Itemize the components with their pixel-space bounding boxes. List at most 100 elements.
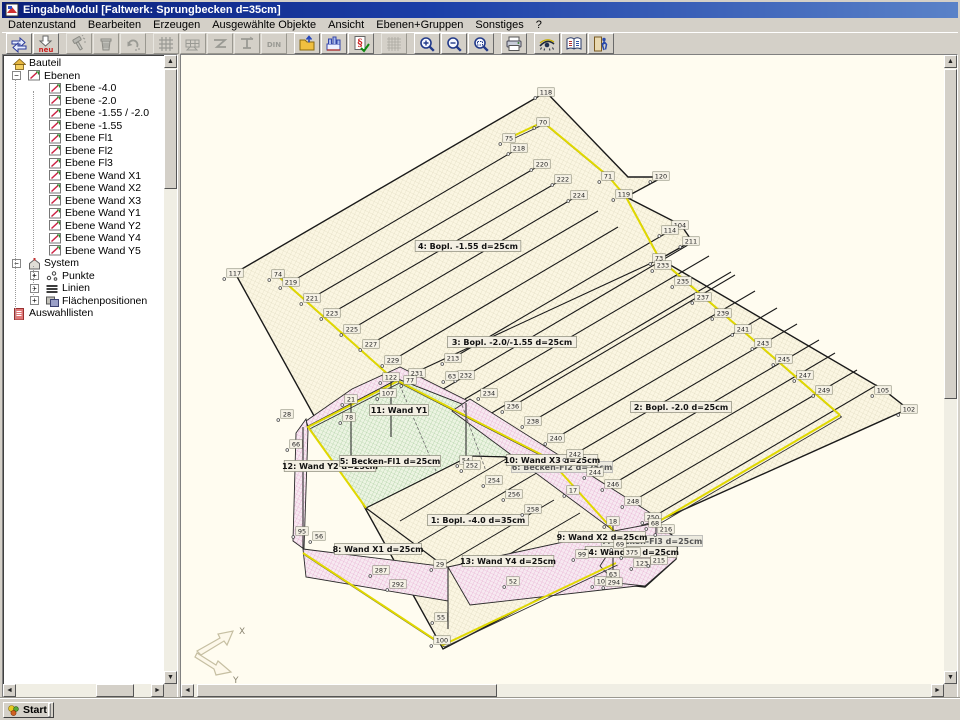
node-label-text: 225 xyxy=(346,325,358,333)
print-button[interactable] xyxy=(501,33,527,54)
node-label-text: 239 xyxy=(717,309,729,317)
zoom-window-button[interactable] xyxy=(468,33,494,54)
menu-item-ausgew-hlte-objekte[interactable]: Ausgewählte Objekte xyxy=(206,18,322,32)
tree-item-fl-chenpositionen[interactable]: +Flächenpositionen xyxy=(4,295,163,308)
tree-item-ebene-wand-y1[interactable]: Ebene Wand Y1 xyxy=(4,207,163,220)
node-dot xyxy=(658,235,661,238)
node-dot xyxy=(630,568,633,571)
collapse-icon[interactable]: − xyxy=(12,259,21,268)
tree-hscroll-thumb[interactable] xyxy=(96,684,134,697)
zoom-out-button[interactable] xyxy=(441,33,467,54)
expand-icon[interactable]: + xyxy=(30,284,39,293)
menu-item-ansicht[interactable]: Ansicht xyxy=(322,18,370,32)
node-dot xyxy=(679,246,682,249)
zoom-in-button[interactable] xyxy=(414,33,440,54)
view-options-button[interactable] xyxy=(534,33,560,54)
exit-button[interactable] xyxy=(588,33,614,54)
tree-scroll-corner xyxy=(164,684,177,697)
menu-item-erzeugen[interactable]: Erzeugen xyxy=(147,18,206,32)
norm-check-button[interactable]: § xyxy=(348,33,374,54)
plate-label-text: 10: Wand X3 d=25cm xyxy=(504,456,600,465)
positions-button[interactable] xyxy=(321,33,347,54)
tree-item-ebene-fl2[interactable]: Ebene Fl2 xyxy=(4,145,163,158)
canvas-scroll-down-icon[interactable]: ▼ xyxy=(944,671,957,684)
menu-item-datenzustand[interactable]: Datenzustand xyxy=(2,18,82,32)
tree-item-ebene-wand-y4[interactable]: Ebene Wand Y4 xyxy=(4,232,163,245)
new-dataset-button[interactable]: neu xyxy=(33,33,59,54)
title-bar[interactable]: EingabeModul [Faltwerk: Sprungbecken d=3… xyxy=(2,2,958,18)
menu-item-ebenen-gruppen[interactable]: Ebenen+Gruppen xyxy=(370,18,469,32)
tree-item-ebene-1-55-2-0[interactable]: Ebene -1.55 / -2.0 xyxy=(4,107,163,120)
tree-item-ebene-fl1[interactable]: Ebene Fl1 xyxy=(4,132,163,145)
expand-icon[interactable]: + xyxy=(30,296,39,305)
tree-item-label: System xyxy=(44,257,79,269)
canvas-hscrollbar[interactable]: ◄ ► xyxy=(181,684,944,697)
tree-item-ebene-2-0[interactable]: Ebene -2.0 xyxy=(4,95,163,108)
node-label-text: 17 xyxy=(569,486,577,494)
node-label-text: 232 xyxy=(460,371,472,379)
delete-button[interactable] xyxy=(93,33,119,54)
mesh-button[interactable] xyxy=(381,33,407,54)
canvas-vscroll-thumb[interactable] xyxy=(944,69,957,399)
menu-item-sonstiges[interactable]: Sonstiges xyxy=(469,18,529,32)
data-exchange-button[interactable] xyxy=(6,33,32,54)
tree-item-ebene-wand-y5[interactable]: Ebene Wand Y5 xyxy=(4,245,163,258)
import-folder-button[interactable] xyxy=(294,33,320,54)
node-dot xyxy=(691,302,694,305)
node-dot xyxy=(533,127,536,130)
tree-item-system[interactable]: − System xyxy=(4,257,163,270)
tree-item-ebene-4-0[interactable]: Ebene -4.0 xyxy=(4,82,163,95)
expand-icon[interactable]: + xyxy=(30,271,39,280)
menu-item--[interactable]: ? xyxy=(530,18,548,32)
node-label-text: 100 xyxy=(436,636,448,644)
tools-button[interactable] xyxy=(66,33,92,54)
tree-item-punkte[interactable]: +Punkte xyxy=(4,270,163,283)
canvas-scroll-up-icon[interactable]: ▲ xyxy=(944,55,957,68)
support-button[interactable] xyxy=(234,33,260,54)
manual-button[interactable] xyxy=(561,33,587,54)
start-button[interactable]: Start xyxy=(3,702,54,718)
tree-item-ebenen[interactable]: − Ebenen xyxy=(4,70,163,83)
model-canvas[interactable]: 6: Becken-Fl2 d=25cm10: Wand X3 d=25cm7:… xyxy=(181,55,944,684)
din-button[interactable]: DIN xyxy=(261,33,287,54)
mesh-icon xyxy=(385,35,403,53)
node-dot xyxy=(431,622,434,625)
tree-item-ebene-fl3[interactable]: Ebene Fl3 xyxy=(4,157,163,170)
beam-table-button[interactable] xyxy=(180,33,206,54)
section-button[interactable] xyxy=(207,33,233,54)
node-dot xyxy=(502,499,505,502)
lines-icon xyxy=(45,282,59,295)
tree-vscroll-thumb[interactable] xyxy=(164,69,177,189)
tree-item-ebene-wand-x1[interactable]: Ebene Wand X1 xyxy=(4,170,163,183)
tree-item-ebene-wand-x2[interactable]: Ebene Wand X2 xyxy=(4,182,163,195)
canvas-scroll-left-icon[interactable]: ◄ xyxy=(181,684,194,697)
tree-hscrollbar[interactable]: ◄ ► xyxy=(3,684,164,697)
tree-scroll-up-icon[interactable]: ▲ xyxy=(164,55,177,68)
node-label-text: 74 xyxy=(274,270,282,278)
tree-item-auswahllisten[interactable]: Auswahllisten xyxy=(4,307,163,320)
canvas-hscroll-thumb[interactable] xyxy=(197,684,497,697)
tree-scroll-down-icon[interactable]: ▼ xyxy=(164,671,177,684)
tree-scroll-right-icon[interactable]: ► xyxy=(151,684,164,697)
tree-item-bauteil[interactable]: Bauteil xyxy=(4,57,163,70)
node-label-text: 18 xyxy=(609,517,617,525)
node-label-text: 28 xyxy=(283,410,291,418)
canvas-scroll-right-icon[interactable]: ► xyxy=(931,684,944,697)
collapse-icon[interactable]: − xyxy=(12,71,21,80)
tree-item-ebene-wand-x3[interactable]: Ebene Wand X3 xyxy=(4,195,163,208)
tree-scroll-left-icon[interactable]: ◄ xyxy=(3,684,16,697)
raster-button[interactable] xyxy=(153,33,179,54)
tree-item-ebene-1-55[interactable]: Ebene -1.55 xyxy=(4,120,163,133)
tree-item-linien[interactable]: +Linien xyxy=(4,282,163,295)
node-dot xyxy=(551,184,554,187)
undo-button[interactable] xyxy=(120,33,146,54)
node-dot xyxy=(430,645,433,648)
canvas-vscrollbar[interactable]: ▲ ▼ xyxy=(944,55,957,684)
tree-vscrollbar[interactable]: ▲ ▼ xyxy=(164,55,177,684)
node-dot xyxy=(602,587,605,590)
node-dot xyxy=(591,586,594,589)
tree-item-ebene-wand-y2[interactable]: Ebene Wand Y2 xyxy=(4,220,163,233)
tree-item-label: Ebenen xyxy=(44,70,80,82)
plate-label-text: 5: Becken-Fl1 d=25cm xyxy=(340,457,441,466)
menu-item-bearbeiten[interactable]: Bearbeiten xyxy=(82,18,147,32)
